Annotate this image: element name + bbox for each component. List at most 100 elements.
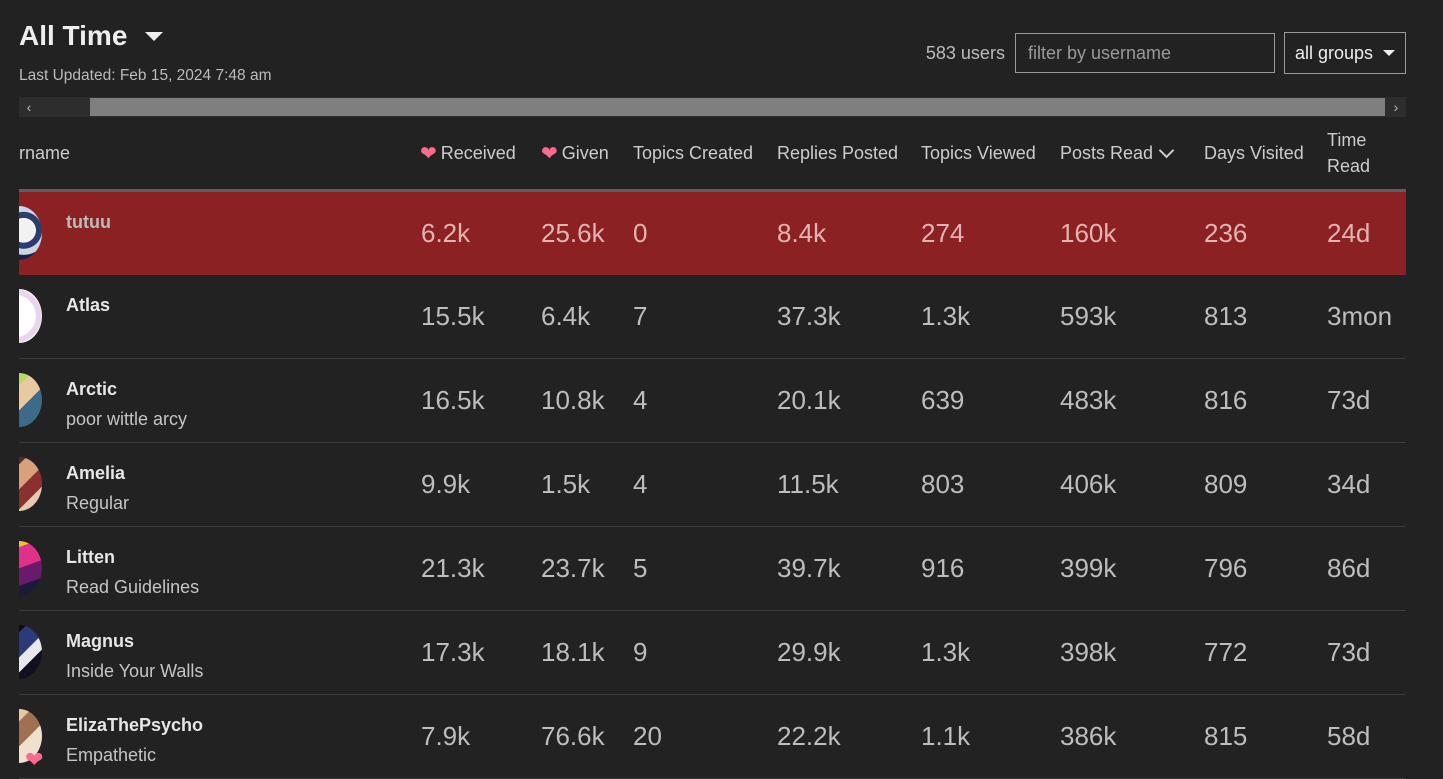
posts-read-value: 406k	[1060, 469, 1117, 499]
likes-given-value: 23.7k	[541, 553, 605, 583]
likes-given-value: 6.4k	[541, 301, 591, 331]
likes-received-value: 16.5k	[421, 385, 485, 415]
time-read-value: 24d	[1327, 218, 1371, 248]
time-read-value: 3mon	[1327, 301, 1393, 331]
likes-received-value: 9.9k	[421, 469, 471, 499]
topics-viewed-value: 916	[921, 553, 965, 583]
column-likes-received[interactable]: ❤ Received	[420, 117, 516, 189]
topics-viewed-value: 1.3k	[921, 637, 971, 667]
user-title: poor wittle arcy	[66, 409, 188, 429]
column-posts-read[interactable]: Posts Read	[1060, 117, 1175, 189]
scroll-right-icon[interactable]: ›	[1386, 97, 1406, 117]
user-title: Inside Your Walls	[66, 661, 204, 681]
topics-viewed-value: 803	[921, 469, 965, 499]
column-topics-viewed-label: Topics Viewed	[921, 142, 1036, 163]
posts-read-value: 398k	[1060, 637, 1117, 667]
username-link[interactable]: Litten	[66, 547, 115, 568]
avatar[interactable]	[19, 625, 42, 679]
avatar[interactable]	[19, 541, 42, 595]
username-link[interactable]: tutuu	[66, 212, 111, 233]
table-row: Magnus Inside Your Walls 17.3k 18.1k 9 2…	[19, 611, 1406, 695]
posts-read-value: 483k	[1060, 385, 1117, 415]
scroll-left-icon[interactable]: ‹	[19, 97, 39, 117]
topics-viewed-value: 1.3k	[921, 301, 971, 331]
heart-icon: ❤	[541, 142, 558, 165]
username-filter-input[interactable]	[1014, 33, 1275, 73]
topics-created-value: 4	[633, 469, 648, 499]
likes-given-value: 18.1k	[541, 637, 605, 667]
column-topics-viewed[interactable]: Topics Viewed	[921, 117, 1036, 189]
replies-posted-value: 39.7k	[777, 553, 841, 583]
replies-posted-value: 29.9k	[777, 637, 841, 667]
posts-read-value: 399k	[1060, 553, 1117, 583]
user-title: Regular	[66, 493, 130, 513]
column-posts-read-label: Posts Read	[1060, 142, 1154, 163]
column-received-label: Received	[440, 142, 516, 163]
period-selector[interactable]: All Time	[19, 20, 164, 52]
topics-created-value: 4	[633, 385, 648, 415]
column-days-visited[interactable]: Days Visited	[1204, 117, 1304, 189]
likes-received-value: 21.3k	[421, 553, 485, 583]
username-link[interactable]: Magnus	[66, 631, 134, 652]
replies-posted-value: 20.1k	[777, 385, 841, 415]
days-visited-value: 809	[1204, 469, 1248, 499]
column-time-read-label-2: Read	[1327, 156, 1371, 176]
table-row: Amelia Regular 9.9k 1.5k 4 11.5k 803 406…	[19, 443, 1406, 527]
user-count: 583 users	[925, 42, 1005, 63]
likes-given-value: 1.5k	[541, 469, 591, 499]
column-replies-posted-label: Replies Posted	[777, 142, 899, 163]
user-title: Empathetic	[66, 745, 157, 765]
last-updated: Last Updated: Feb 15, 2024 7:48 am	[19, 67, 272, 84]
days-visited-value: 236	[1204, 218, 1248, 248]
likes-received-value: 15.5k	[421, 301, 485, 331]
column-days-visited-label: Days Visited	[1204, 142, 1304, 163]
column-topics-created[interactable]: Topics Created	[633, 117, 753, 189]
days-visited-value: 772	[1204, 637, 1248, 667]
username-link[interactable]: Atlas	[66, 295, 110, 316]
username-link[interactable]: Amelia	[66, 463, 125, 484]
likes-received-value: 6.2k	[421, 218, 471, 248]
topics-viewed-value: 639	[921, 385, 965, 415]
column-likes-given[interactable]: ❤ Given	[541, 117, 609, 189]
posts-read-value: 593k	[1060, 301, 1117, 331]
replies-posted-value: 11.5k	[777, 469, 839, 499]
horizontal-scrollbar[interactable]: ‹ ›	[19, 97, 1406, 117]
avatar[interactable]	[19, 206, 42, 260]
group-select[interactable]: all groups	[1283, 32, 1406, 74]
topics-created-value: 9	[633, 637, 648, 667]
likes-given-value: 10.8k	[541, 385, 605, 415]
column-replies-posted[interactable]: Replies Posted	[777, 117, 898, 189]
time-read-value: 86d	[1327, 553, 1371, 583]
avatar[interactable]	[19, 457, 42, 511]
table-row: Litten Read Guidelines 21.3k 23.7k 5 39.…	[19, 527, 1406, 611]
likes-given-value: 25.6k	[541, 218, 605, 248]
caret-down-icon[interactable]	[145, 31, 164, 41]
heart-icon: ❤	[420, 142, 437, 165]
table-row: Atlas 15.5k 6.4k 7 37.3k 1.3k 593k 813 3…	[19, 275, 1406, 359]
days-visited-value: 796	[1204, 553, 1248, 583]
posts-read-value: 160k	[1060, 218, 1117, 248]
username-link[interactable]: ElizaThePsycho	[66, 715, 203, 736]
topics-created-value: 7	[633, 301, 648, 331]
table-row: Arctic poor wittle arcy 16.5k 10.8k 4 20…	[19, 359, 1406, 443]
topics-created-value: 5	[633, 553, 648, 583]
days-visited-value: 813	[1204, 301, 1248, 331]
time-read-value: 73d	[1327, 637, 1371, 667]
page-title[interactable]: All Time	[19, 20, 127, 52]
replies-posted-value: 37.3k	[777, 301, 841, 331]
sort-descending-icon	[1158, 142, 1175, 158]
column-time-read[interactable]: Time Read	[1327, 117, 1370, 189]
table-row: ❤ ElizaThePsycho Empathetic 7.9k 76.6k 2…	[19, 695, 1406, 779]
avatar[interactable]	[19, 373, 42, 427]
heart-badge-icon: ❤	[25, 747, 44, 772]
table-header: rname ❤ Received ❤ Given Topics Created Re…	[19, 117, 1406, 192]
scrollbar-thumb[interactable]	[90, 98, 1385, 116]
column-username[interactable]: rname	[19, 117, 70, 189]
column-time-read-label-1: Time	[1327, 130, 1367, 150]
user-directory-table: rname ❤ Received ❤ Given Topics Created Re…	[19, 117, 1406, 779]
user-title: Read Guidelines	[66, 577, 200, 597]
avatar[interactable]	[19, 289, 42, 343]
column-topics-created-label: Topics Created	[633, 142, 754, 163]
topics-viewed-value: 274	[921, 218, 965, 248]
username-link[interactable]: Arctic	[66, 379, 117, 400]
